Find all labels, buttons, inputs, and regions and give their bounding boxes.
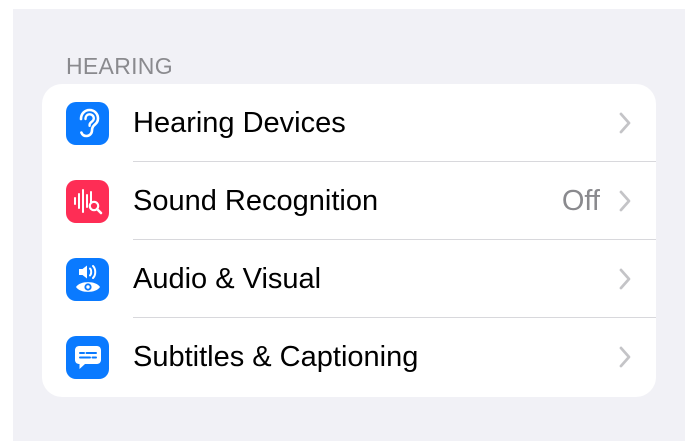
ear-icon xyxy=(66,101,109,145)
audio-visual-row[interactable]: Audio & Visual xyxy=(42,240,656,318)
sound-recognition-row[interactable]: Sound Recognition Off xyxy=(42,162,656,240)
subtitles-captioning-label: Subtitles & Captioning xyxy=(133,340,419,373)
chevron-right-icon xyxy=(619,268,631,290)
hearing-settings-group: Hearing Devices Sound Recognition Off Au… xyxy=(42,84,656,397)
hearing-devices-row[interactable]: Hearing Devices xyxy=(42,84,656,162)
chevron-right-icon xyxy=(619,346,631,368)
subtitles-captioning-row[interactable]: Subtitles & Captioning xyxy=(42,318,656,396)
settings-screen: HEARING Hearing Devices Sound Recognitio… xyxy=(13,9,685,441)
sound-recognition-icon xyxy=(66,179,109,223)
hearing-devices-label: Hearing Devices xyxy=(133,106,346,139)
chevron-right-icon xyxy=(619,112,631,134)
sound-recognition-label: Sound Recognition xyxy=(133,184,379,217)
captions-icon xyxy=(66,335,109,379)
sound-recognition-value: Off xyxy=(561,184,600,217)
chevron-right-icon xyxy=(619,190,631,212)
section-header-hearing: HEARING xyxy=(66,53,173,79)
audio-visual-label: Audio & Visual xyxy=(133,262,322,295)
audio-visual-icon xyxy=(66,257,109,301)
